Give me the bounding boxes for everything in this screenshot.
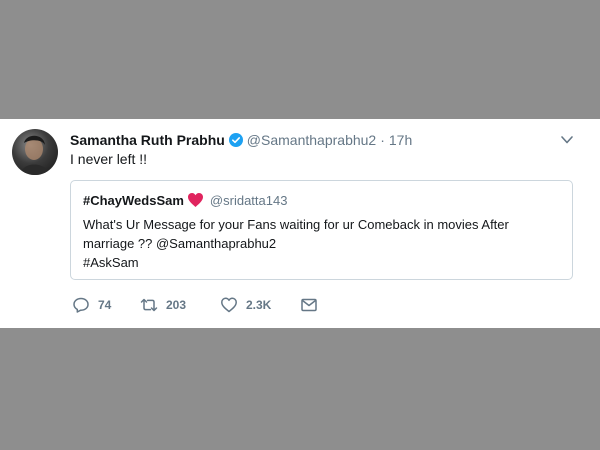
author-handle[interactable]: @Samanthaprabhu2 — [247, 132, 376, 148]
tweet-header: Samantha Ruth Prabhu @Samanthaprabhu2 · … — [70, 130, 412, 150]
reply-count: 74 — [98, 298, 112, 312]
quoted-tweet[interactable]: #ChayWedsSam @sridatta143 What's Ur Mess… — [70, 180, 573, 280]
like-button[interactable]: 2.3K — [220, 296, 300, 314]
retweet-button[interactable]: 203 — [140, 296, 220, 314]
retweet-count: 203 — [166, 298, 187, 312]
timestamp[interactable]: 17h — [389, 132, 412, 148]
like-icon — [221, 297, 237, 313]
action-bar: 74 203 2.3K — [72, 295, 318, 315]
quoted-line-3: #AskSam — [83, 255, 139, 270]
chevron-down-icon[interactable] — [560, 134, 574, 146]
heart-emoji-icon — [187, 193, 203, 207]
verified-icon — [228, 133, 243, 147]
reply-icon — [73, 297, 89, 313]
avatar[interactable] — [12, 129, 58, 175]
message-button[interactable] — [300, 296, 318, 314]
quoted-name: #ChayWedsSam — [83, 192, 184, 208]
quoted-line-2: marriage ?? @Samanthaprabhu2 — [83, 236, 277, 251]
quoted-text: What's Ur Message for your Fans waiting … — [83, 215, 563, 272]
reply-button[interactable]: 74 — [72, 296, 140, 314]
message-icon — [301, 298, 317, 312]
like-count: 2.3K — [246, 298, 272, 312]
retweet-icon — [140, 298, 158, 312]
quoted-header: #ChayWedsSam @sridatta143 — [83, 192, 287, 208]
tweet-text: I never left !! — [70, 151, 148, 167]
separator-dot: · — [380, 132, 385, 148]
author-name[interactable]: Samantha Ruth Prabhu — [70, 132, 225, 148]
quoted-line-1: What's Ur Message for your Fans waiting … — [83, 217, 509, 232]
quoted-handle: @sridatta143 — [209, 192, 288, 208]
